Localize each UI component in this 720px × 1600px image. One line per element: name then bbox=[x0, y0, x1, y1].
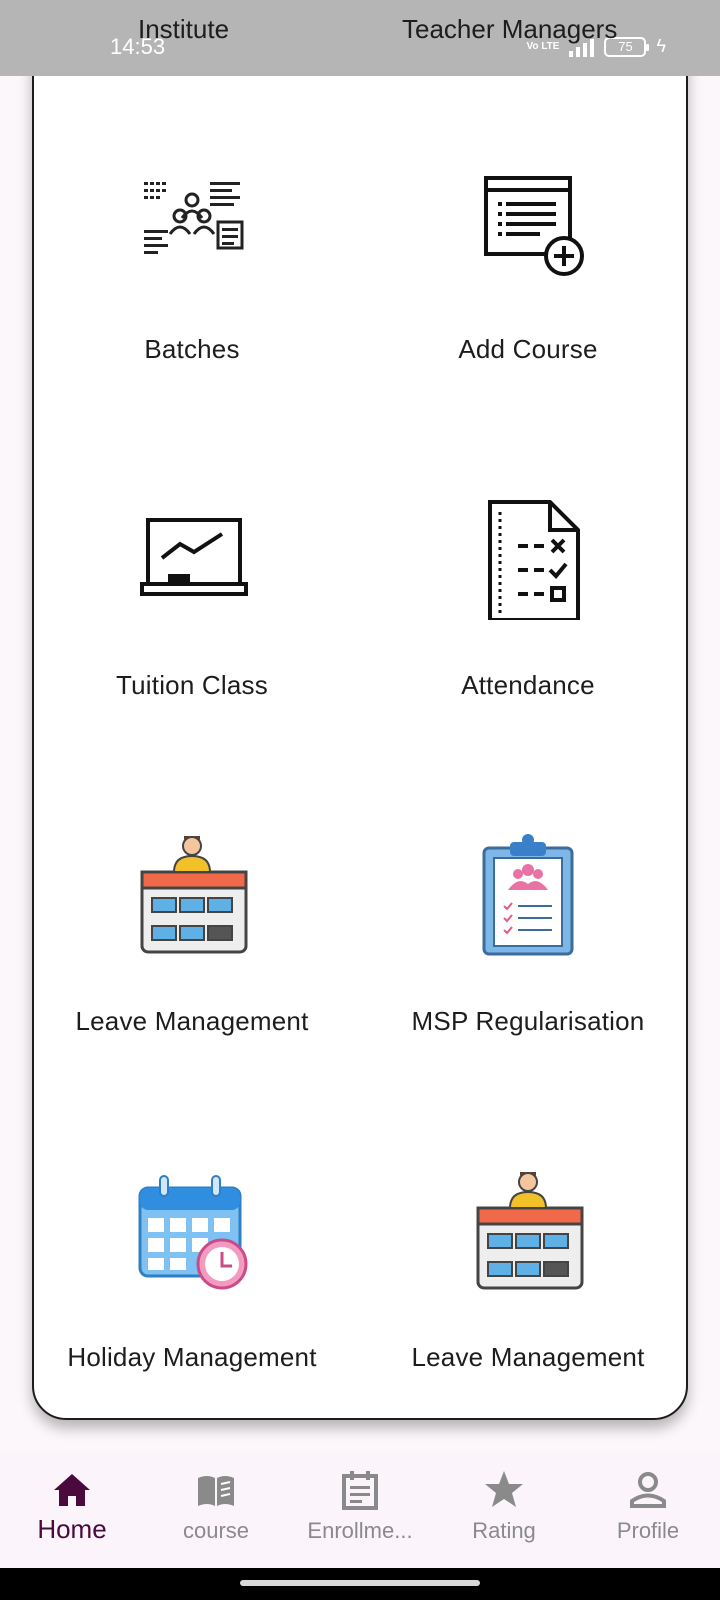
star-icon bbox=[485, 1471, 523, 1507]
home-icon bbox=[54, 1474, 90, 1506]
bottom-nav: Home course Enrollme... Rating Profile bbox=[0, 1452, 720, 1568]
clipboard-icon bbox=[482, 834, 574, 956]
whiteboard-icon bbox=[140, 518, 248, 596]
nav-enrollment[interactable]: Enrollme... bbox=[288, 1452, 432, 1568]
tile-label: Holiday Management bbox=[67, 1342, 317, 1372]
holiday-calendar-icon bbox=[138, 1175, 248, 1290]
nav-course[interactable]: course bbox=[144, 1452, 288, 1568]
book-icon bbox=[198, 1476, 234, 1506]
tile-holiday-management[interactable]: Holiday Management bbox=[24, 1090, 360, 1426]
nav-label: course bbox=[182, 1518, 250, 1543]
header-label-institute[interactable]: Institute bbox=[138, 14, 229, 45]
leave-calendar-icon bbox=[476, 1172, 584, 1290]
tile-label: Leave Management bbox=[75, 1006, 309, 1036]
tile-label: Tuition Class bbox=[116, 670, 268, 700]
tile-add-course[interactable]: Add Course bbox=[360, 82, 696, 418]
tile-label: MSP Regularisation bbox=[411, 1006, 645, 1036]
tile-label: Add Course bbox=[458, 334, 598, 364]
tile-label: Leave Management bbox=[411, 1342, 645, 1372]
nav-label: Home bbox=[37, 1514, 107, 1544]
leave-calendar-icon bbox=[140, 836, 248, 954]
tile-leave-management-2[interactable]: Leave Management bbox=[360, 1090, 696, 1426]
add-course-icon bbox=[484, 176, 584, 276]
tile-attendance[interactable]: Attendance bbox=[360, 418, 696, 754]
charging-icon: ϟ bbox=[656, 36, 666, 56]
menu-grid: Batches Add Course Tuition Class Attenda… bbox=[24, 82, 676, 1426]
header-label-teacher-managers[interactable]: Teacher Managers bbox=[402, 14, 617, 45]
tile-tuition-class[interactable]: Tuition Class bbox=[24, 418, 360, 754]
tile-label: Attendance bbox=[461, 670, 595, 700]
menu-card: Batches Add Course Tuition Class Attenda… bbox=[32, 0, 688, 1420]
tile-leave-management[interactable]: Leave Management bbox=[24, 754, 360, 1090]
person-icon bbox=[630, 1472, 666, 1508]
nav-label: Profile bbox=[616, 1518, 680, 1543]
tile-label: Batches bbox=[144, 334, 240, 364]
enrollment-icon bbox=[342, 1471, 378, 1510]
nav-rating[interactable]: Rating bbox=[432, 1452, 576, 1568]
nav-profile[interactable]: Profile bbox=[576, 1452, 720, 1568]
nav-label: Enrollme... bbox=[307, 1518, 413, 1543]
home-indicator[interactable] bbox=[240, 1580, 480, 1586]
nav-home[interactable]: Home bbox=[0, 1452, 144, 1568]
tile-batches[interactable]: Batches bbox=[24, 82, 360, 418]
checklist-icon bbox=[488, 500, 580, 620]
tile-msp-regularisation[interactable]: MSP Regularisation bbox=[360, 754, 696, 1090]
gesture-bar bbox=[0, 1568, 720, 1600]
nav-label: Rating bbox=[472, 1518, 536, 1543]
batches-icon bbox=[144, 182, 244, 254]
